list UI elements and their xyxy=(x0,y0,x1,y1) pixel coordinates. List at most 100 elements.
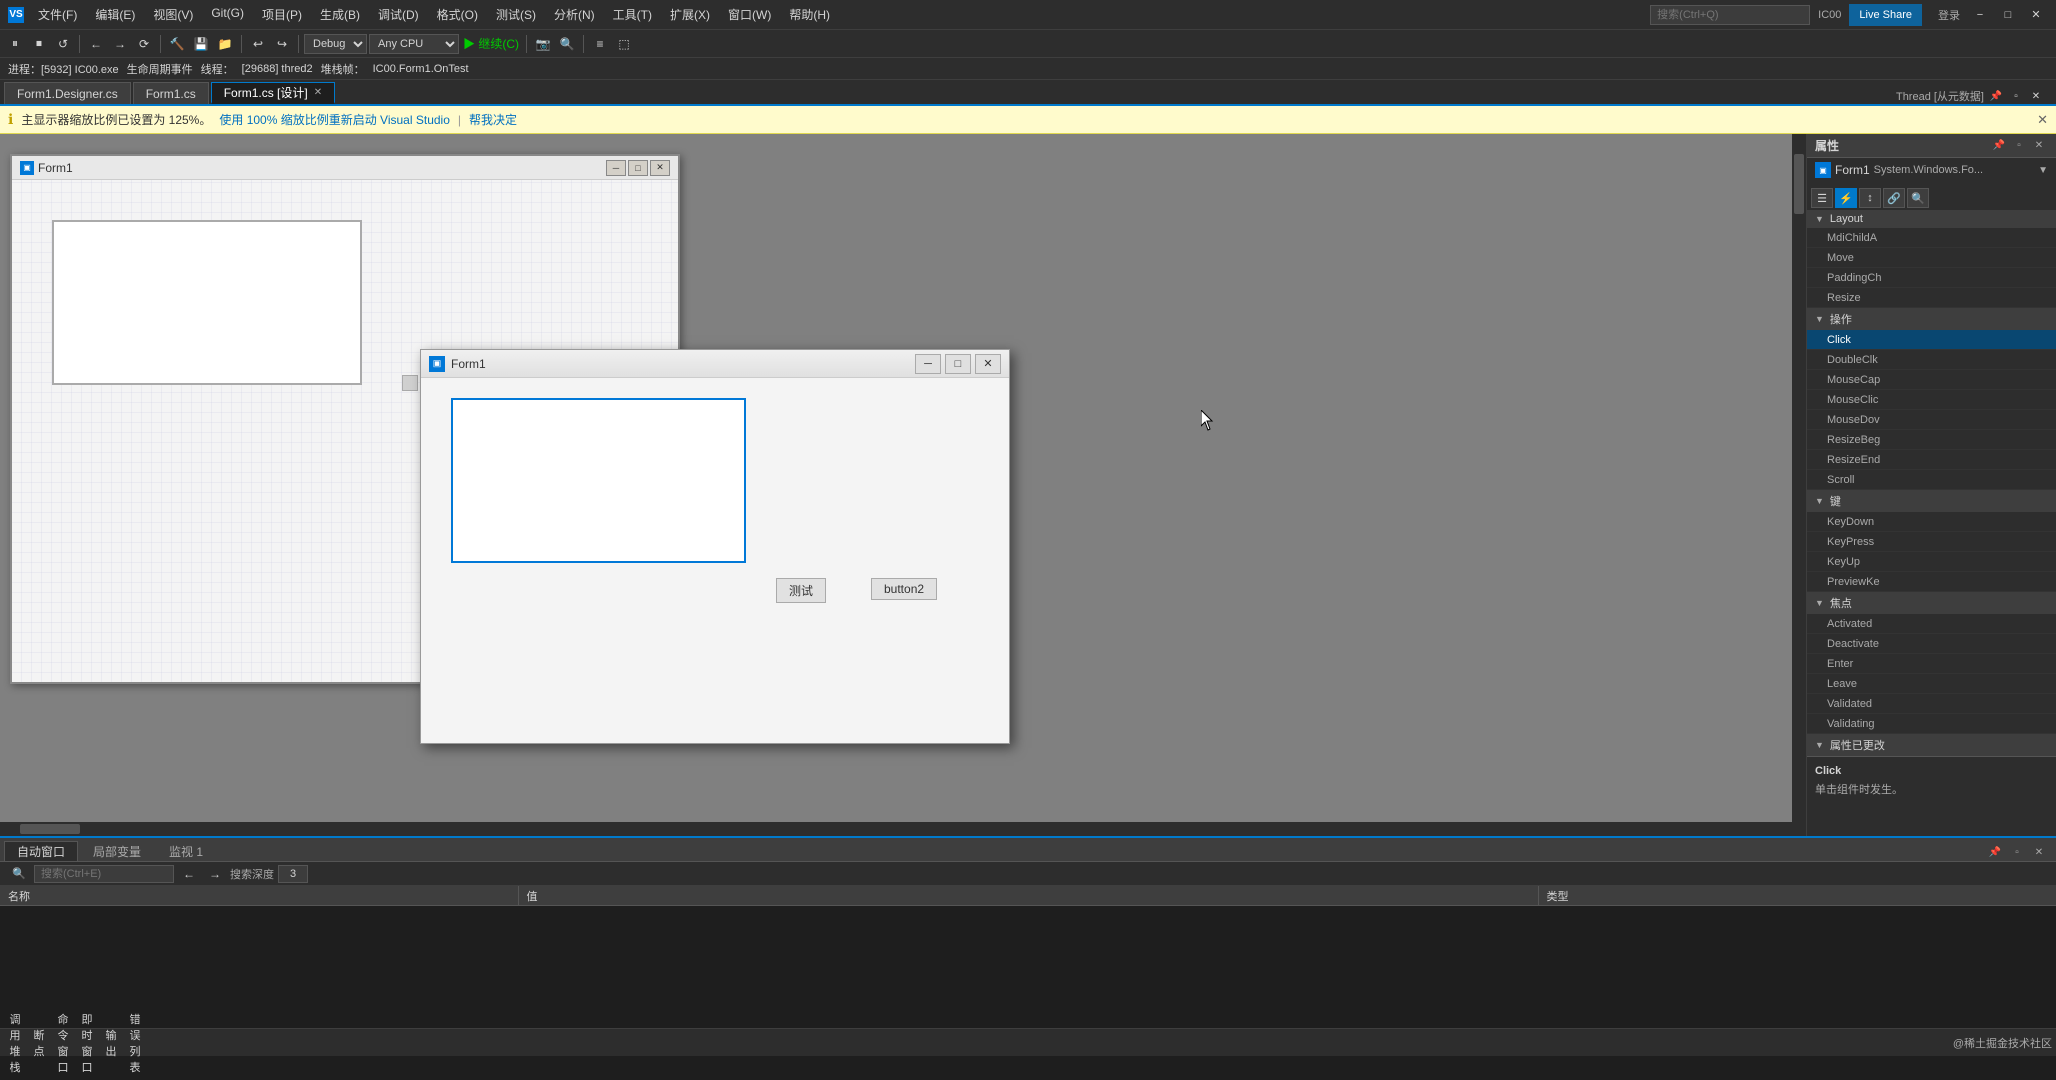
align-button[interactable]: ≡ xyxy=(589,33,611,55)
form1-runtime-close[interactable]: ✕ xyxy=(975,354,1001,374)
minimize-button[interactable]: − xyxy=(1968,5,1992,25)
restart-button[interactable]: ↺ xyxy=(52,33,74,55)
bottom-tab-autowindow[interactable]: 自动窗口 xyxy=(4,841,78,861)
forward-button[interactable]: → xyxy=(109,33,131,55)
redo-button[interactable]: ↪ xyxy=(271,33,293,55)
designer-scrollbar-v[interactable] xyxy=(1792,134,1806,836)
designer-area[interactable]: ▣ Form1 ─ □ ✕ ▣ Form1 ─ □ ✕ xyxy=(0,134,1806,836)
stop-button[interactable]: ⏹ xyxy=(28,33,50,55)
callstack-button[interactable]: 调用堆栈 xyxy=(4,1032,26,1054)
menu-debug[interactable]: 调试(D) xyxy=(370,4,427,25)
prop-previewke[interactable]: PreviewKe xyxy=(1807,572,2056,592)
menu-file[interactable]: 文件(F) xyxy=(30,4,85,25)
info-action2-link[interactable]: 帮我决定 xyxy=(469,111,517,128)
prop-resizebeg[interactable]: ResizeBeg xyxy=(1807,430,2056,450)
form1-designer-minimize[interactable]: ─ xyxy=(606,160,626,176)
properties-tab-search[interactable]: 🔍 xyxy=(1907,188,1929,208)
bottom-tab-localvars[interactable]: 局部变量 xyxy=(80,841,154,861)
errorlist-button[interactable]: 错误列表 xyxy=(124,1032,146,1054)
refresh-button[interactable]: ⟳ xyxy=(133,33,155,55)
properties-object-selector[interactable]: ▣ Form1 System.Windows.Fo... ▼ xyxy=(1807,158,2056,182)
bottom-prev-button[interactable]: ← xyxy=(178,863,200,885)
thread-panel-close[interactable]: ✕ xyxy=(2028,88,2044,104)
section-header-focus[interactable]: ▼ 焦点 xyxy=(1807,592,2056,614)
prop-activated[interactable]: Activated xyxy=(1807,614,2056,634)
runtime-button2[interactable]: button2 xyxy=(871,578,937,600)
menu-extensions[interactable]: 扩展(X) xyxy=(662,4,718,25)
prop-resize[interactable]: Resize xyxy=(1807,288,2056,308)
immediate-button[interactable]: 即时窗口 xyxy=(76,1032,98,1054)
prop-keydown[interactable]: KeyDown xyxy=(1807,512,2056,532)
menu-test[interactable]: 测试(S) xyxy=(488,4,544,25)
tab-close-icon[interactable]: ✕ xyxy=(314,87,322,98)
bottom-float-button[interactable]: ▫ xyxy=(2008,843,2026,861)
runtime-button1[interactable]: 测试 xyxy=(776,578,826,603)
live-share-button[interactable]: Live Share xyxy=(1849,4,1922,26)
global-search-input[interactable] xyxy=(1650,5,1810,25)
menu-view[interactable]: 视图(V) xyxy=(145,4,201,25)
section-header-layout[interactable]: ▼ Layout xyxy=(1807,210,2056,228)
build-button[interactable]: 🔨 xyxy=(166,33,188,55)
form1-designer-close[interactable]: ✕ xyxy=(650,160,670,176)
prop-keyup[interactable]: KeyUp xyxy=(1807,552,2056,572)
tab-form1-cs-design[interactable]: Form1.cs [设计] ✕ xyxy=(211,82,335,104)
search-button[interactable]: 🔍 xyxy=(556,33,578,55)
properties-tab-events[interactable]: ⚡ xyxy=(1835,188,1857,208)
form1-designer-checkbox[interactable] xyxy=(402,375,418,391)
menu-git[interactable]: Git(G) xyxy=(203,4,252,25)
properties-tab-properties[interactable]: 🔗 xyxy=(1883,188,1905,208)
menu-tools[interactable]: 工具(T) xyxy=(605,4,660,25)
prop-leave[interactable]: Leave xyxy=(1807,674,2056,694)
bottom-tab-watch1[interactable]: 监视 1 xyxy=(156,841,216,861)
properties-tab-sort[interactable]: ↕ xyxy=(1859,188,1881,208)
prop-click[interactable]: Click xyxy=(1807,330,2056,350)
close-button[interactable]: ✕ xyxy=(2024,5,2048,25)
undo-button[interactable]: ↩ xyxy=(247,33,269,55)
debug-config-dropdown[interactable]: Debug xyxy=(304,34,367,54)
properties-float-button[interactable]: ▫ xyxy=(2010,137,2028,155)
maximize-button[interactable]: □ xyxy=(1996,5,2020,25)
breakpoints-button[interactable]: 断点 xyxy=(28,1032,50,1054)
prop-mousecap[interactable]: MouseCap xyxy=(1807,370,2056,390)
prop-scroll[interactable]: Scroll xyxy=(1807,470,2056,490)
prop-paddingch[interactable]: PaddingCh xyxy=(1807,268,2056,288)
designer-scrollbar-h[interactable] xyxy=(0,822,1792,836)
prop-doubleclick[interactable]: DoubleClk xyxy=(1807,350,2056,370)
section-header-keys[interactable]: ▼ 键 xyxy=(1807,490,2056,512)
pause-button[interactable]: ⏸ xyxy=(4,33,26,55)
platform-dropdown[interactable]: Any CPU xyxy=(369,34,459,54)
prop-resizeend[interactable]: ResizeEnd xyxy=(1807,450,2056,470)
prop-validating[interactable]: Validating xyxy=(1807,714,2056,734)
save-button[interactable]: 💾 xyxy=(190,33,212,55)
properties-close-button[interactable]: ✕ xyxy=(2030,137,2048,155)
start-button[interactable]: ▶ 继续(C) xyxy=(461,33,521,55)
properties-dropdown-icon[interactable]: ▼ xyxy=(2038,165,2048,176)
bottom-search-input[interactable] xyxy=(34,865,174,883)
form1-runtime-minimize[interactable]: ─ xyxy=(915,354,941,374)
prop-validated[interactable]: Validated xyxy=(1807,694,2056,714)
form1-runtime-window[interactable]: ▣ Form1 ─ □ ✕ 测试 button2 xyxy=(420,349,1010,744)
info-close-button[interactable]: ✕ xyxy=(2037,112,2048,128)
tab-form1-designer-cs[interactable]: Form1.Designer.cs xyxy=(4,82,131,104)
section-header-propchanged[interactable]: ▼ 属性已更改 xyxy=(1807,734,2056,756)
snapshot-button[interactable]: 📷 xyxy=(532,33,554,55)
prop-mousedov[interactable]: MouseDov xyxy=(1807,410,2056,430)
search-icon-bottom[interactable]: 🔍 xyxy=(8,863,30,885)
menu-format[interactable]: 格式(O) xyxy=(429,4,486,25)
runtime-textbox[interactable] xyxy=(451,398,746,563)
output-button[interactable]: 输出 xyxy=(100,1032,122,1054)
commandwindow-button[interactable]: 命令窗口 xyxy=(52,1032,74,1054)
back-button[interactable]: ← xyxy=(85,33,107,55)
thread-panel-float[interactable]: ▫ xyxy=(2008,88,2024,104)
form1-designer-maximize[interactable]: □ xyxy=(628,160,648,176)
prop-mouseclic[interactable]: MouseClic xyxy=(1807,390,2056,410)
bottom-content-area[interactable] xyxy=(0,906,2056,1028)
form1-runtime-body[interactable]: 测试 button2 xyxy=(421,378,1009,743)
menu-build[interactable]: 生成(B) xyxy=(312,4,368,25)
bottom-close-button[interactable]: ✕ xyxy=(2030,843,2048,861)
search-depth-input[interactable] xyxy=(278,865,308,883)
properties-pin-button[interactable]: 📌 xyxy=(1990,137,2008,155)
bottom-next-button[interactable]: → xyxy=(204,863,226,885)
thread-panel-pin[interactable]: 📌 xyxy=(1988,88,2004,104)
prop-enter[interactable]: Enter xyxy=(1807,654,2056,674)
